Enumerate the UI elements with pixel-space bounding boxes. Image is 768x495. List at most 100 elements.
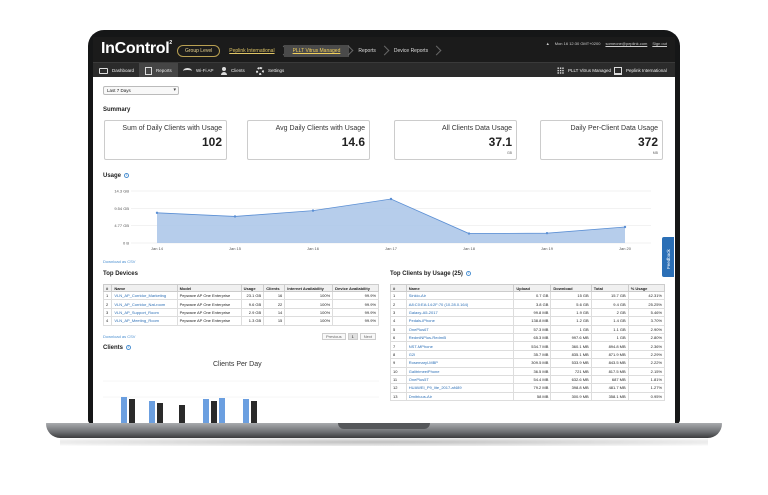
table-row[interactable]: 2 A8:C0:EA:14:2F:70 (10.28.0.164) 3.8 GB 5.…: [390, 299, 666, 309]
table-cell[interactable]: VLN_AP_Corridor_Nat-room: [111, 299, 178, 309]
nav-organization-switch[interactable]: Peplink International: [608, 63, 673, 78]
table-cell: Pepwave AP One Enterprise: [176, 290, 242, 301]
col-upload[interactable]: Upload: [513, 284, 552, 292]
nav-wifi-ap[interactable]: Wi-Fi AP: [177, 63, 220, 78]
col-clients[interactable]: Clients: [263, 284, 286, 292]
card-label: Daily Per-Client Data Usage: [570, 125, 658, 132]
period-select[interactable]: Last 7 Days: [103, 86, 179, 95]
table-cell: 2.9 GB: [240, 307, 265, 318]
table-row[interactable]: 3 Galaxy-A5-2017 99.8 MB 1.9 GB 2 GB 5.46%: [390, 307, 666, 318]
table-row[interactable]: 4 Pedals-iPhone 138.8 MB 1.2 GB 1.4 GB 3.70%: [390, 316, 666, 326]
usage-point: [389, 197, 393, 201]
table-cell[interactable]: NST-MPhone: [405, 341, 515, 351]
table-row[interactable]: 12 HUAWEI_P9_lite_2017-af489 79.2 MB 398.8 …: [390, 383, 666, 393]
table-row[interactable]: 11 OnePlus5T 54.4 MB 632.6 MB 687 MB 1.81%: [390, 374, 666, 385]
table-cell: 15.7 GB: [590, 290, 629, 301]
table-row[interactable]: 1 VLN_AP_Corridor_Marketing Pepwave AP One…: [102, 290, 379, 301]
sign-out-link[interactable]: Sign out: [652, 41, 667, 46]
table-row[interactable]: 5 OnePlus6T 57.3 MB 1 GB 1.1 GB 2.90%: [390, 324, 666, 334]
table-cell: 5.6 GB: [550, 299, 592, 309]
col-name[interactable]: Name: [405, 284, 515, 292]
breadcrumb-group[interactable]: PLLT Vitrus Managed: [283, 45, 350, 57]
user-email-link[interactable]: someone@peplink.com: [605, 41, 647, 46]
table-cell[interactable]: Sinkio-Air: [405, 290, 515, 301]
table-row[interactable]: 9 Rosemaryl-MBP 309.5 MB 533.9 MB 843.5 MB 2.…: [390, 358, 666, 368]
top-devices-title: Top Devices: [103, 271, 138, 277]
table-row[interactable]: 6 RedmiNPlus-Redmi5 65.3 MB 997.6 MB 1 GB 2.8…: [390, 332, 666, 343]
clients-title: Clients i: [103, 345, 132, 351]
table-row[interactable]: 13 Dmitriuus-Air 58 MB 300.9 MB 358.1 MB 0.95…: [390, 391, 666, 402]
table-cell: 100%: [284, 316, 334, 326]
pager-page-button[interactable]: 1: [347, 333, 358, 340]
clients-chart-title: Clients Per Day: [213, 361, 262, 368]
breadcrumb-device-reports[interactable]: Device Reports: [385, 45, 437, 57]
card-value: 14.6: [341, 135, 365, 149]
nav-reports[interactable]: Reports: [139, 63, 178, 78]
pager-next-button[interactable]: Next: [359, 333, 377, 340]
table-cell[interactable]: HUAWEI_P9_lite_2017-af489: [405, 383, 515, 393]
col-usage[interactable]: Usage: [240, 284, 265, 292]
breadcrumb-reports[interactable]: Reports: [349, 45, 385, 57]
col-index[interactable]: #: [102, 284, 113, 292]
col-total[interactable]: Total: [590, 284, 629, 292]
table-cell[interactable]: GalitrimeeiPhone: [405, 366, 515, 376]
table-cell[interactable]: Rosemaryl-MBP: [405, 358, 515, 368]
breadcrumb-organization[interactable]: Peplink International: [220, 45, 283, 57]
table-row[interactable]: 1 Sinkio-Air 0.7 GB 15 GB 15.7 GB 42.31%: [390, 290, 666, 301]
col-internet-availability[interactable]: Internet Availability: [284, 284, 334, 292]
col-usage-percent[interactable]: % Usage: [627, 284, 666, 292]
col-model[interactable]: Model: [176, 284, 242, 292]
clients-bar: [219, 398, 225, 423]
table-cell[interactable]: RedmiNPlus-Redmi5: [405, 332, 515, 343]
devices-download-csv-link[interactable]: Download as CSV: [103, 334, 135, 339]
table-cell: 57.3 MB: [513, 324, 552, 334]
table-cell: 1.2 GB: [550, 316, 592, 326]
table-cell: 3: [102, 307, 113, 318]
usage-point: [623, 225, 627, 229]
table-cell: 8: [390, 349, 407, 360]
table-row[interactable]: 7 NST-MPhone 534.7 MB 360.1 MB 894.8 MB 2.36%: [390, 341, 666, 351]
table-cell[interactable]: Pedals-iPhone: [405, 316, 515, 326]
col-device-availability[interactable]: Device Availability: [332, 284, 379, 292]
table-row[interactable]: 4 VLN_AP_Meeting_Room Pepwave AP One Enter…: [102, 316, 379, 326]
col-name[interactable]: Name: [111, 284, 178, 292]
table-row[interactable]: 8 G2I 35.7 MB 835.1 MB 871.9 MB 2.29%: [390, 349, 666, 360]
table-cell[interactable]: OnePlus6T: [405, 324, 515, 334]
info-icon[interactable]: i: [465, 271, 471, 276]
table-cell[interactable]: VLN_AP_Meeting_Room: [111, 316, 178, 326]
table-row[interactable]: 3 VLN_AP_Support_Room Pepwave AP One Enter…: [102, 307, 379, 318]
table-cell[interactable]: Dmitriuus-Air: [405, 391, 515, 402]
y-tick-label: 9.54 GB: [114, 206, 129, 211]
main-content: Last 7 Days Summary Sum of Daily Clients…: [93, 77, 675, 423]
info-icon[interactable]: i: [126, 345, 132, 350]
table-header-row: # Name Model Usage Clients Internet Avai…: [102, 284, 379, 292]
clock-text: Mon 16 12:30 GMT+0200: [554, 41, 601, 46]
col-download[interactable]: Download: [550, 284, 592, 292]
table-cell[interactable]: VLN_AP_Support_Room: [111, 307, 178, 318]
nav-settings[interactable]: Settings: [250, 63, 290, 78]
table-cell: 138.8 MB: [513, 316, 552, 326]
laptop-shadow: [60, 438, 708, 446]
info-icon[interactable]: i: [124, 173, 130, 178]
col-index[interactable]: #: [390, 284, 407, 292]
y-tick-label: 0 B: [123, 241, 129, 246]
feedback-tab[interactable]: Feedback: [662, 237, 674, 277]
table-cell[interactable]: G2I: [405, 349, 515, 360]
table-cell[interactable]: A8:C0:EA:14:2F:70 (10.28.0.164): [405, 299, 515, 309]
table-cell: 9.6 GB: [240, 299, 265, 309]
table-cell[interactable]: Galaxy-A5-2017: [405, 307, 515, 318]
table-cell: 2.15%: [627, 366, 666, 376]
table-cell[interactable]: VLN_AP_Corridor_Marketing: [111, 290, 178, 301]
app-logo[interactable]: InControl2: [101, 40, 172, 58]
table-cell: 7: [390, 341, 407, 351]
nav-dashboard[interactable]: Dashboard: [93, 63, 140, 78]
table-row[interactable]: 2 VLN_AP_Corridor_Nat-room Pepwave AP One …: [102, 299, 379, 309]
usage-title: Usage i: [103, 173, 130, 179]
pager-previous-button[interactable]: Previous: [322, 333, 346, 340]
breadcrumb-group-level[interactable]: Group Level: [177, 45, 221, 57]
table-cell: 1: [102, 290, 113, 301]
usage-download-csv-link[interactable]: Download as CSV: [103, 259, 135, 264]
table-cell[interactable]: OnePlus5T: [405, 374, 515, 385]
nav-clients[interactable]: Clients: [215, 63, 251, 78]
table-row[interactable]: 10 GalitrimeeiPhone 36.5 MB 721 MB 817.5 MB 2…: [390, 366, 666, 376]
